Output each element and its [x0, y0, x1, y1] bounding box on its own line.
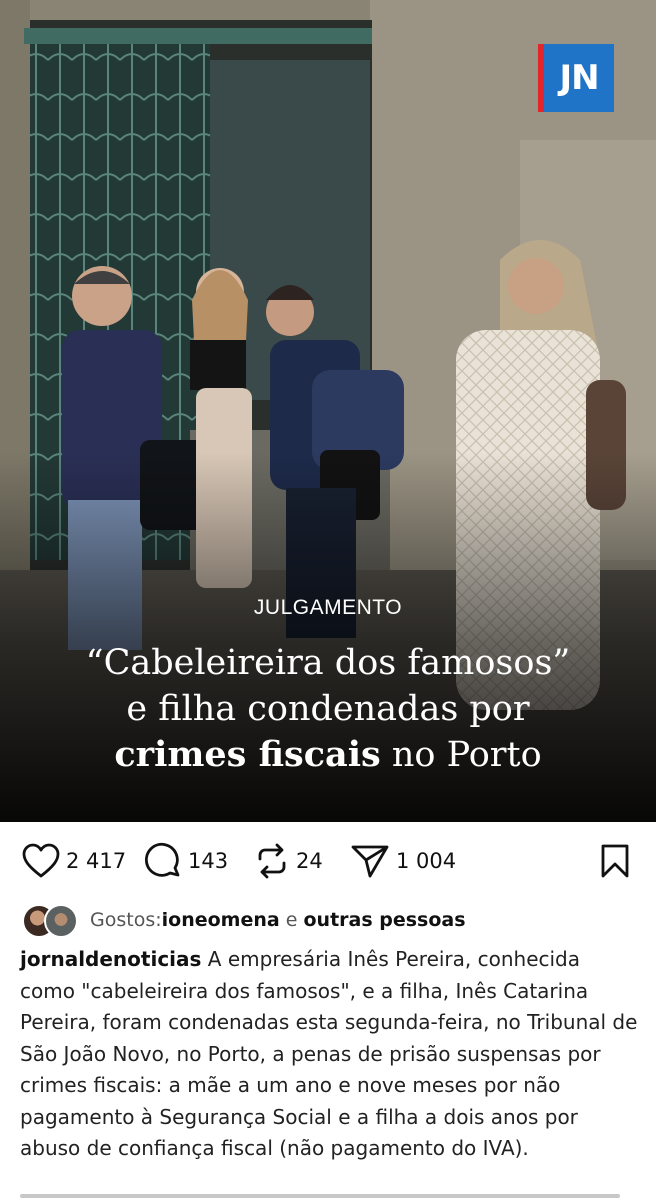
jn-logo: JN: [538, 44, 614, 112]
liker-username[interactable]: ioneomena: [162, 909, 280, 931]
headline-tail: no Porto: [380, 735, 542, 775]
comment-count: 143: [188, 849, 229, 873]
logo-text: JN: [559, 58, 599, 98]
likes-label: Gostos:: [90, 909, 162, 931]
likes-others[interactable]: outras pessoas: [303, 909, 465, 931]
repost-count: 24: [296, 849, 323, 873]
heart-icon: [22, 843, 60, 878]
post-action-bar: 2 417 143 24 1 004: [0, 838, 656, 884]
post-image[interactable]: JN JULGAMENTO “Cabeleireira dos famosos”…: [0, 0, 656, 822]
share-icon: [351, 845, 389, 878]
avatar: [44, 904, 78, 938]
headline-line-2: e filha condenadas por: [126, 689, 530, 729]
like-button[interactable]: 2 417: [22, 838, 126, 884]
liked-by-line[interactable]: Gostos: ioneomena e outras pessoas: [22, 900, 466, 940]
like-count: 2 417: [66, 849, 127, 873]
headline-emphasis: crimes fiscais: [114, 734, 381, 775]
repost-button[interactable]: 24: [254, 838, 323, 884]
comment-button[interactable]: 143: [144, 838, 228, 884]
post-caption: jornaldenoticias A empresária Inês Perei…: [20, 944, 640, 1165]
news-headline: “Cabeleireira dos famosos” e filha conde…: [0, 640, 656, 778]
truncated-next-line: [20, 1190, 620, 1200]
repost-icon: [258, 843, 286, 879]
news-kicker: JULGAMENTO: [253, 596, 403, 619]
headline-line-1: “Cabeleireira dos famosos”: [85, 643, 571, 683]
caption-text: A empresária Inês Pereira, conhecida com…: [20, 947, 638, 1160]
comment-icon: [144, 842, 180, 877]
headline-line-3: crimes fiscais no Porto: [0, 732, 656, 778]
likes-connector: e: [279, 909, 304, 931]
liker-avatars: [22, 902, 78, 938]
share-button[interactable]: 1 004: [350, 838, 456, 884]
caption-username[interactable]: jornaldenoticias: [20, 947, 201, 971]
bookmark-icon: [601, 844, 629, 878]
share-count: 1 004: [396, 849, 457, 873]
save-button[interactable]: [600, 838, 630, 884]
